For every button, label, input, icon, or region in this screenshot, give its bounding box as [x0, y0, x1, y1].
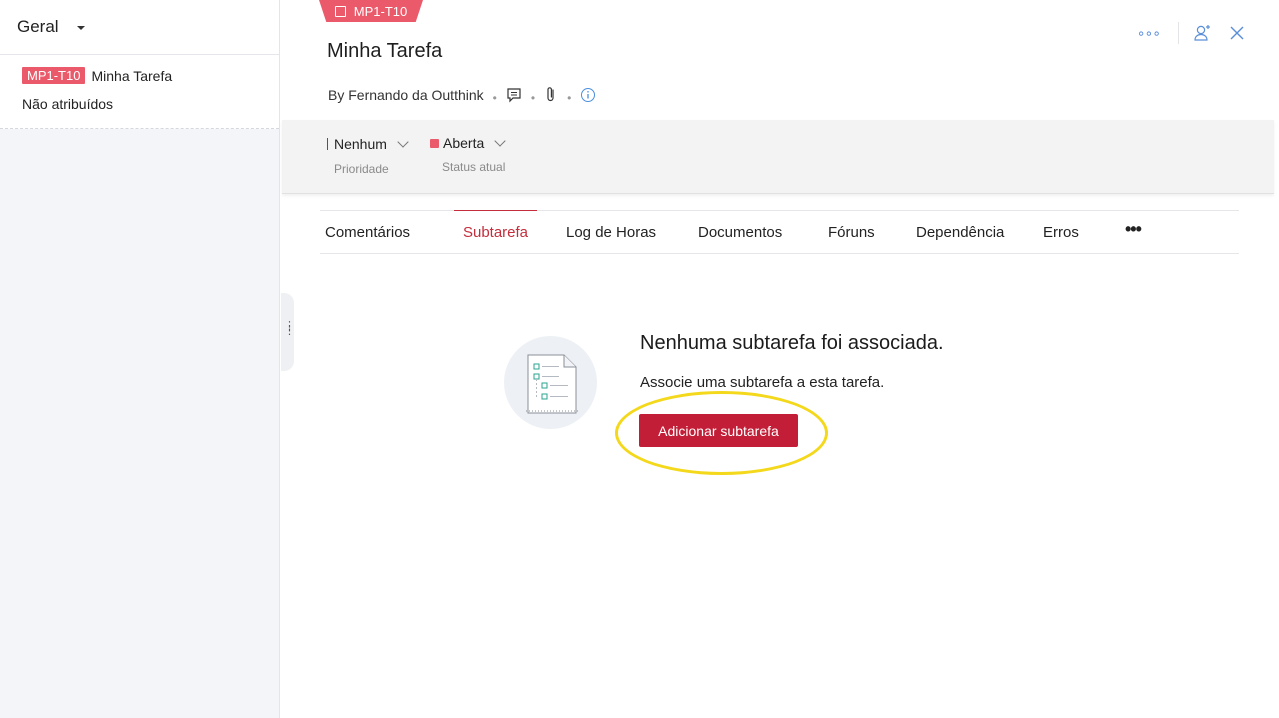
- empty-state-title: Nenhuma subtarefa foi associada.: [640, 332, 944, 354]
- status-value[interactable]: Aberta: [443, 135, 484, 151]
- chevron-down-icon[interactable]: [494, 135, 506, 147]
- tab-documentos[interactable]: Documentos: [698, 211, 782, 254]
- task-header: MP1-T10 Minha Tarefa By Fernando da Outt…: [282, 0, 1275, 120]
- task-byline: By Fernando da Outthink • • •: [328, 86, 596, 105]
- tab-log-de-horas[interactable]: Log de Horas: [566, 211, 656, 254]
- tab-foruns[interactable]: Fóruns: [828, 211, 875, 254]
- divider: [1178, 22, 1179, 44]
- task-tabs: Comentários Subtarefa Log de Horas Docum…: [320, 210, 1239, 254]
- tab-erros[interactable]: Erros: [1043, 211, 1079, 254]
- close-icon[interactable]: [1229, 25, 1245, 41]
- more-tabs-icon[interactable]: •••: [1125, 220, 1142, 238]
- task-id-tag: MP1-T10: [22, 67, 86, 84]
- tab-subtarefa[interactable]: Subtarefa: [454, 210, 537, 254]
- paperclip-icon[interactable]: [544, 86, 558, 104]
- task-author: By Fernando da Outthink: [328, 87, 484, 103]
- drag-dots-icon: ⋮ ⋮: [284, 320, 295, 337]
- sidebar-task-assignee: Não atribuídos: [22, 96, 114, 112]
- sidebar-task-name[interactable]: Minha Tarefa: [91, 68, 172, 84]
- status-color-indicator: [430, 138, 439, 148]
- sidebar-header[interactable]: Geral: [0, 0, 279, 55]
- empty-state-illustration: [504, 336, 597, 429]
- status-label: Status atual: [442, 160, 506, 174]
- separator-dot: •: [492, 91, 497, 105]
- priority-indicator: [327, 138, 328, 150]
- separator-dot: •: [530, 91, 536, 105]
- task-id-badge: MP1-T10: [319, 0, 423, 22]
- status-field[interactable]: Aberta Status atual: [430, 135, 506, 174]
- assign-user-icon[interactable]: [1193, 24, 1211, 42]
- caret-down-icon[interactable]: [76, 26, 85, 30]
- info-icon[interactable]: [580, 87, 596, 103]
- sidebar-task-item[interactable]: MP1-T10 Minha Tarefa Não atribuídos: [0, 55, 279, 129]
- sidebar: Geral MP1-T10 Minha Tarefa Não atribuído…: [0, 0, 280, 718]
- empty-state-subtitle: Associe uma subtarefa a esta tarefa.: [640, 374, 885, 391]
- more-options-icon[interactable]: ∘∘∘: [1137, 25, 1161, 42]
- task-id-badge-label: MP1-T10: [353, 3, 408, 19]
- panel-resize-handle[interactable]: ⋮ ⋮: [281, 293, 295, 371]
- comment-icon[interactable]: [506, 87, 522, 103]
- separator-dot: •: [567, 91, 572, 105]
- tab-dependencia[interactable]: Dependência: [916, 211, 1004, 254]
- task-title[interactable]: Minha Tarefa: [327, 40, 442, 63]
- checklist-document-icon: [526, 354, 578, 414]
- sidebar-title[interactable]: Geral: [17, 17, 59, 37]
- priority-field[interactable]: Nenhum Prioridade: [327, 136, 409, 176]
- add-subtask-button[interactable]: Adicionar subtarefa: [639, 414, 798, 447]
- chevron-down-icon[interactable]: [397, 136, 409, 148]
- calendar-check-icon: [334, 5, 346, 17]
- tab-comentarios[interactable]: Comentários: [325, 211, 410, 254]
- priority-label: Prioridade: [334, 162, 389, 176]
- task-fields: Nenhum Prioridade Aberta Status atual: [282, 120, 1274, 194]
- header-actions: ∘∘∘: [1137, 22, 1245, 44]
- priority-value[interactable]: Nenhum: [334, 136, 387, 152]
